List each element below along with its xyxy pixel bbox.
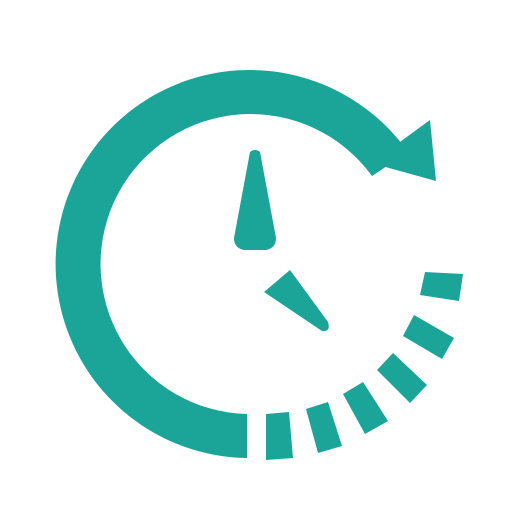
ring-dash bbox=[420, 272, 463, 301]
ring-dash bbox=[306, 402, 342, 453]
ring-dash bbox=[377, 353, 427, 403]
ring-dash bbox=[403, 315, 454, 359]
minute-hand bbox=[264, 270, 329, 332]
ring-dash bbox=[343, 382, 388, 434]
hour-hand bbox=[234, 150, 276, 250]
icon-canvas bbox=[0, 0, 512, 512]
ring-dash bbox=[266, 412, 293, 460]
clock-history-icon bbox=[55, 70, 463, 460]
